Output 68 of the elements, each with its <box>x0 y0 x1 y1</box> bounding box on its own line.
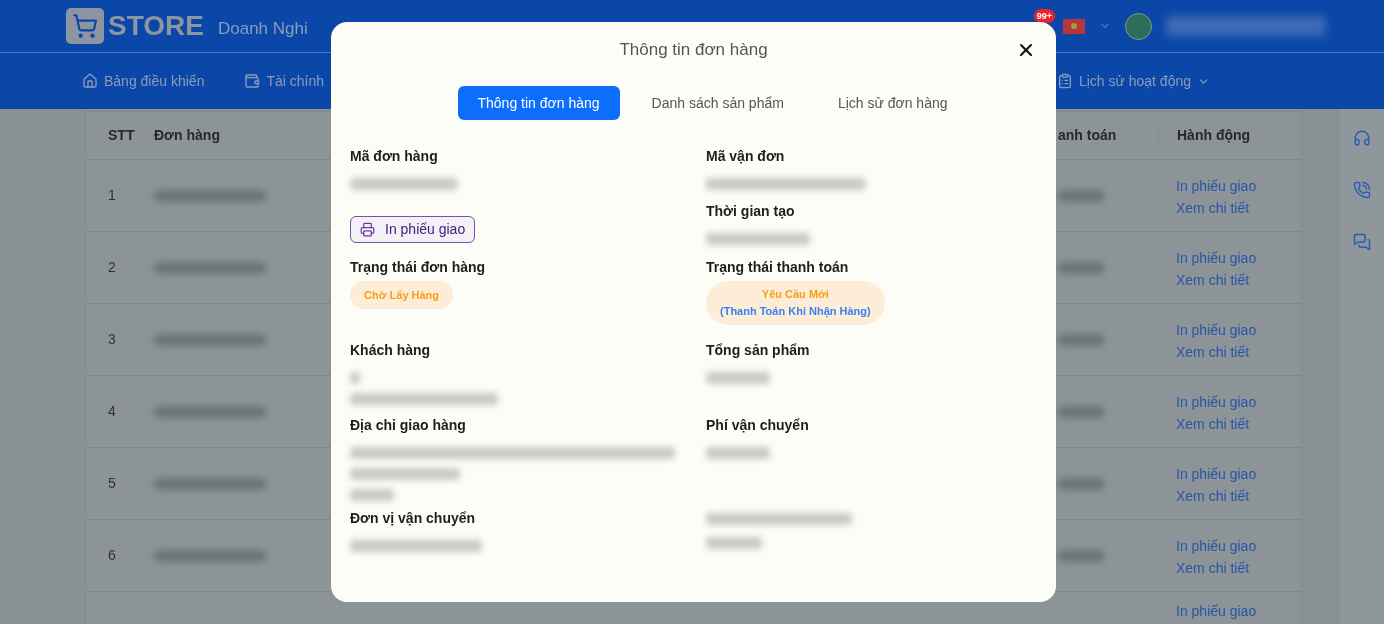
row-number: 1 <box>108 187 116 203</box>
redacted-amount <box>1058 405 1104 418</box>
redacted-amount <box>1058 261 1104 274</box>
redacted-value <box>706 447 770 459</box>
phone-icon[interactable] <box>1353 181 1371 199</box>
field-label: Trạng thái thanh toán <box>706 258 849 276</box>
action-link[interactable]: Xem chi tiết <box>1176 343 1257 361</box>
action-link[interactable]: Xem chi tiết <box>1176 271 1257 289</box>
print-delivery-button[interactable]: In phiếu giao <box>350 216 476 243</box>
headset-icon[interactable] <box>1353 129 1371 147</box>
redacted-amount <box>1058 477 1104 490</box>
redacted-amount <box>1058 333 1104 346</box>
field-label: Thời gian tạo <box>706 202 795 220</box>
clipboard-icon <box>1056 73 1073 89</box>
dialog-tab[interactable]: Lịch sử đơn hàng <box>815 86 970 120</box>
cart-logo-icon <box>66 8 104 44</box>
status-text: (Thanh Toán Khi Nhận Hàng) <box>720 304 871 319</box>
row-number: 2 <box>108 259 116 275</box>
dialog-tab[interactable]: Thông tin đơn hàng <box>457 86 620 120</box>
field-label: Phí vận chuyển <box>706 416 809 434</box>
action-link[interactable]: In phiếu giao <box>1176 177 1257 195</box>
row-number: 4 <box>108 403 116 419</box>
action-link[interactable]: In phiếu giao <box>1176 321 1257 339</box>
redacted-amount <box>1058 189 1104 202</box>
row-number: 5 <box>108 475 116 491</box>
printer-icon <box>360 222 375 237</box>
redacted-value <box>350 489 394 501</box>
redacted-value <box>706 537 762 549</box>
field-label: Khách hàng <box>350 341 431 359</box>
field-label: Địa chỉ giao hàng <box>350 416 466 434</box>
field-label: Mã đơn hàng <box>350 147 438 165</box>
notification-badge: 99+ <box>1033 9 1055 23</box>
column-header: Đơn hàng <box>153 126 221 145</box>
row-number: 6 <box>108 547 116 563</box>
status-text: Yêu Cầu Mới <box>761 287 829 302</box>
status-text: Chờ Lấy Hàng <box>364 287 440 303</box>
wallet-icon <box>244 73 261 89</box>
avatar[interactable] <box>1125 12 1152 40</box>
action-link[interactable]: Xem chi tiết <box>1176 559 1257 577</box>
column-header: anh toán <box>1057 126 1118 145</box>
logo-text: STORE <box>108 12 204 40</box>
action-link[interactable]: In phiếu giao <box>1176 602 1257 620</box>
dialog-tab[interactable]: Danh sách sản phẩm <box>629 86 806 120</box>
action-link[interactable]: Xem chi tiết <box>1176 415 1257 433</box>
nav-item[interactable]: Bảng điều khiển <box>82 70 205 92</box>
nav-item[interactable]: Lịch sử hoạt động <box>1056 70 1210 92</box>
nav-item[interactable]: Tài chính <box>244 70 343 92</box>
row-number: 3 <box>108 331 116 347</box>
dialog-title: Thông tin đơn hàng <box>619 39 768 62</box>
action-link[interactable]: In phiếu giao <box>1176 537 1257 555</box>
action-link[interactable]: In phiếu giao <box>1176 465 1257 483</box>
column-header: Hành động <box>1158 125 1251 146</box>
redacted-value <box>350 372 360 384</box>
chat-icon[interactable] <box>1353 233 1371 251</box>
action-link[interactable]: Xem chi tiết <box>1176 487 1257 505</box>
action-link[interactable]: Xem chi tiết <box>1176 199 1257 217</box>
company-name: Doanh Nghi <box>217 18 308 41</box>
action-link[interactable]: In phiếu giao <box>1176 249 1257 267</box>
home-icon <box>82 73 98 89</box>
redacted-amount <box>1058 549 1104 562</box>
column-header: STT <box>107 126 136 145</box>
field-label: Đơn vị vận chuyển <box>350 509 476 527</box>
field-label: Tổng sản phẩm <box>706 341 810 359</box>
flag-icon[interactable] <box>1063 18 1085 34</box>
field-label: Trạng thái đơn hàng <box>350 258 486 276</box>
redacted-value <box>706 372 770 384</box>
field-label: Mã vận đơn <box>706 147 785 165</box>
action-link[interactable]: In phiếu giao <box>1176 393 1257 411</box>
